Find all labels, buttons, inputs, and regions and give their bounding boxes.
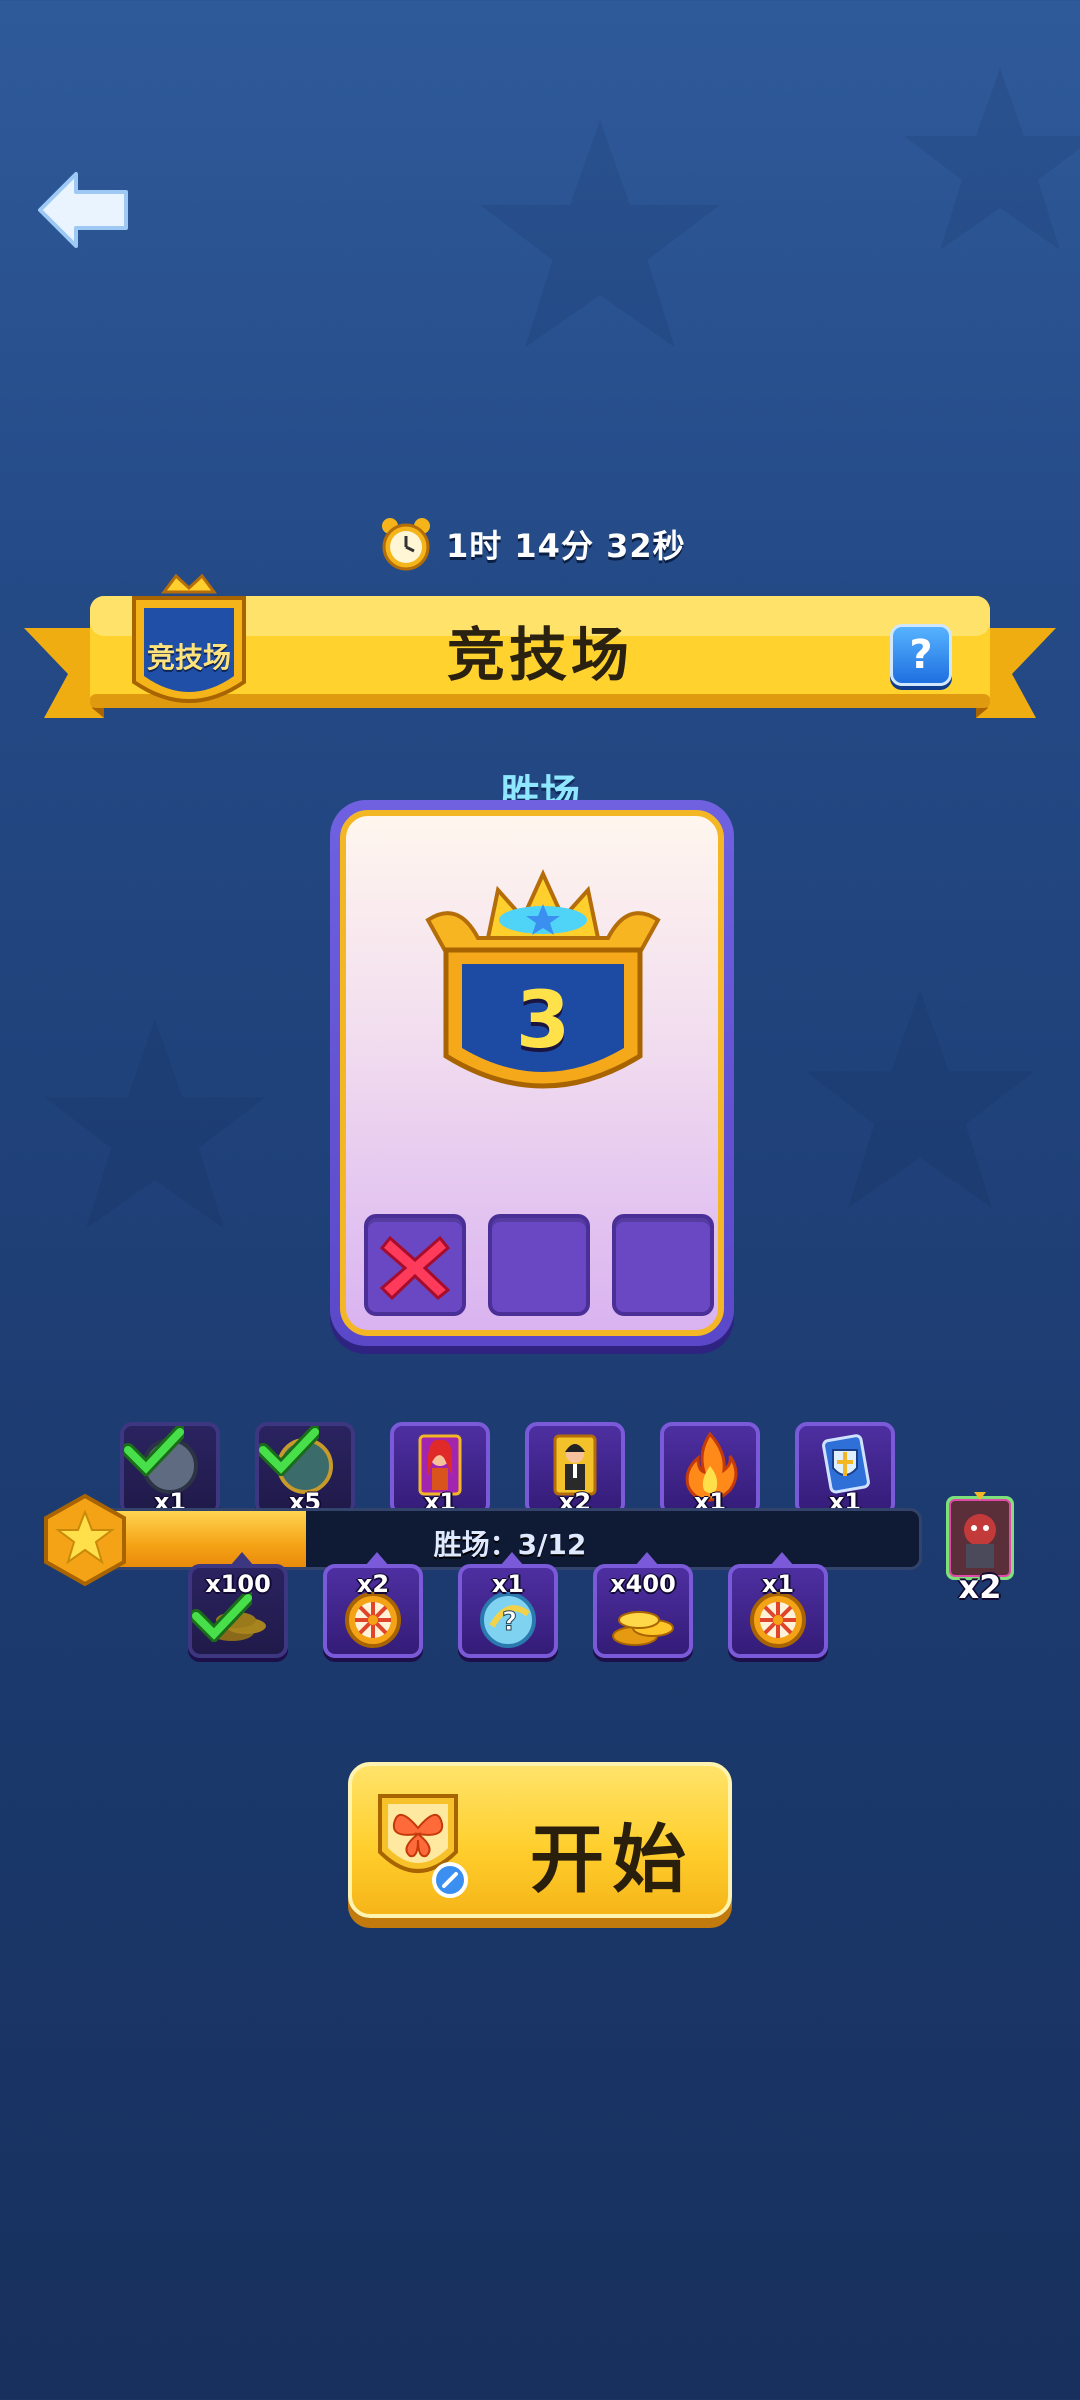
reward-top-6[interactable]: x1 bbox=[795, 1422, 895, 1528]
start-button-label: 开始 bbox=[530, 1817, 694, 1903]
life-slot-empty bbox=[612, 1214, 714, 1316]
reward-top-2[interactable]: x5 bbox=[255, 1422, 355, 1528]
start-button[interactable]: 开始 bbox=[348, 1762, 732, 1918]
reward-qty: x100 bbox=[205, 1570, 271, 1598]
reward-bottom-2[interactable]: x2 bbox=[323, 1552, 423, 1658]
check-icon bbox=[124, 1426, 184, 1476]
reward-top-3[interactable]: x1 bbox=[390, 1422, 490, 1528]
background-star-icon bbox=[904, 68, 1080, 250]
reward-top-4[interactable]: x2 bbox=[525, 1422, 625, 1528]
help-button[interactable]: ? bbox=[890, 624, 952, 686]
background-star-icon bbox=[804, 989, 1036, 1208]
win-count: 3 bbox=[515, 976, 571, 1066]
star-badge-icon bbox=[44, 1494, 126, 1586]
reward-top-1[interactable]: x1 bbox=[120, 1422, 220, 1528]
butterfly-shield-icon bbox=[378, 1794, 468, 1898]
final-reward-qty: x2 bbox=[958, 1568, 1002, 1606]
alarm-clock-icon bbox=[382, 518, 430, 571]
reward-qty: x1 bbox=[761, 1570, 795, 1598]
svg-text:?: ? bbox=[502, 1607, 517, 1637]
life-slot-empty bbox=[488, 1214, 590, 1316]
win-card: 3 bbox=[330, 800, 734, 1346]
background-star-icon bbox=[480, 120, 720, 348]
event-timer: 1时 14分 32秒 bbox=[380, 514, 686, 574]
reward-qty: x2 bbox=[356, 1570, 390, 1598]
back-arrow-icon[interactable] bbox=[36, 168, 132, 252]
reward-qty: x400 bbox=[610, 1570, 676, 1598]
timer-text: 1时 14分 32秒 bbox=[446, 527, 686, 565]
reward-qty: x1 bbox=[491, 1570, 525, 1598]
life-slot-lost bbox=[364, 1214, 466, 1316]
check-icon bbox=[259, 1426, 319, 1476]
reward-bottom-1[interactable]: x100 bbox=[188, 1552, 288, 1658]
reward-bottom-3[interactable]: ? x1 bbox=[458, 1552, 558, 1658]
red-x-icon bbox=[379, 1235, 451, 1301]
reward-top-5[interactable]: x1 bbox=[660, 1422, 760, 1528]
reward-bottom-5[interactable]: x1 bbox=[728, 1552, 828, 1658]
reward-bottom-4[interactable]: x400 bbox=[593, 1552, 693, 1658]
check-icon bbox=[192, 1592, 252, 1642]
background-star-icon bbox=[44, 1019, 266, 1229]
